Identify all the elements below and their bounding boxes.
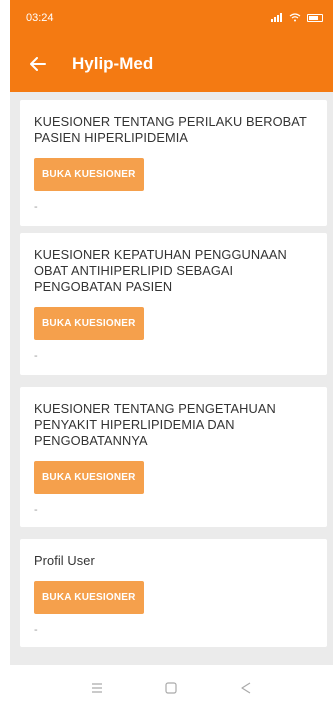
- card-title: KUESIONER TENTANG PERILAKU BEROBAT PASIE…: [34, 114, 307, 145]
- wifi-icon: [289, 12, 301, 24]
- back-arrow-icon[interactable]: [26, 52, 50, 76]
- card-title: KUESIONER TENTANG PENGETAHUAN PENYAKIT H…: [34, 401, 276, 448]
- open-questionnaire-button[interactable]: BUKA KUESIONER: [34, 581, 144, 614]
- home-icon[interactable]: [159, 676, 183, 700]
- card-title: KUESIONER KEPATUHAN PENGGUNAAN OBAT ANTI…: [34, 247, 287, 294]
- menu-icon[interactable]: [85, 676, 109, 700]
- battery-icon: [307, 14, 323, 22]
- system-nav-bar: [10, 665, 333, 711]
- card-status: -: [34, 504, 38, 516]
- questionnaire-list[interactable]: KUESIONER TENTANG PERILAKU BEROBAT PASIE…: [10, 92, 333, 665]
- phone-screen: 03:24 Hylip-Med KUESIONER TENTANG PERILA…: [10, 0, 333, 711]
- questionnaire-card: KUESIONER TENTANG PERILAKU BEROBAT PASIE…: [20, 100, 327, 226]
- questionnaire-card: KUESIONER KEPATUHAN PENGGUNAAN OBAT ANTI…: [20, 233, 327, 375]
- card-status: -: [34, 201, 38, 213]
- app-bar: Hylip-Med: [10, 36, 333, 92]
- profile-card: Profil User BUKA KUESIONER -: [20, 539, 327, 647]
- app-title: Hylip-Med: [72, 54, 154, 73]
- open-questionnaire-button[interactable]: BUKA KUESIONER: [34, 307, 144, 340]
- status-time: 03:24: [26, 12, 54, 24]
- status-icons: [271, 12, 323, 24]
- status-bar: 03:24: [10, 0, 333, 36]
- back-icon[interactable]: [234, 676, 258, 700]
- open-questionnaire-button[interactable]: BUKA KUESIONER: [34, 158, 144, 191]
- card-status: -: [34, 624, 38, 636]
- card-status: -: [34, 350, 38, 362]
- questionnaire-card: KUESIONER TENTANG PENGETAHUAN PENYAKIT H…: [20, 387, 327, 527]
- open-questionnaire-button[interactable]: BUKA KUESIONER: [34, 461, 144, 494]
- card-title: Profil User: [34, 553, 95, 568]
- signal-icon: [271, 12, 283, 24]
